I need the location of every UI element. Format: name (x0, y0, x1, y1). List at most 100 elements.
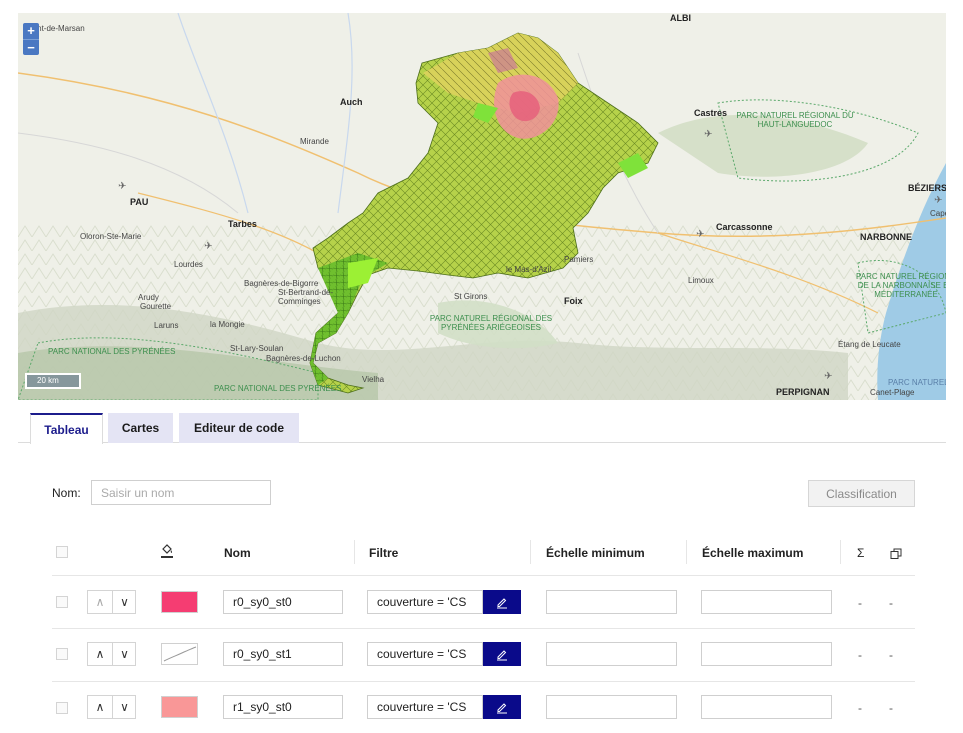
tab-tableau[interactable]: Tableau (30, 413, 103, 444)
nom-search-input[interactable] (91, 480, 271, 505)
zoom-control: + − (23, 23, 39, 55)
row-echelle-max-field[interactable] (701, 590, 832, 614)
row-order-control: ∧ ∨ (87, 695, 136, 719)
tab-editeur-de-code[interactable]: Editeur de code (179, 413, 299, 443)
row-nom-field[interactable]: r0_sy0_st0 (223, 590, 343, 614)
tab-cartes[interactable]: Cartes (108, 413, 173, 443)
map-label-pamiers: Pamiers (564, 255, 594, 264)
map-park-narbonnaise: PARC NATUREL RÉGIONAL DE LA NARBONNAISE … (856, 272, 946, 299)
map-base-layer: ✈ ✈ ✈ ✈ ✈ ✈ (18, 13, 946, 400)
style-line-swatch[interactable] (161, 643, 198, 665)
map-label-la-mongie: la Mongie (210, 320, 245, 329)
select-all-checkbox[interactable] (56, 546, 68, 558)
map-label-pau: PAU (130, 197, 149, 207)
row-echelle-min-field[interactable] (546, 695, 677, 719)
map-label-st-bertrand: St-Bertrand-de-Comminges (278, 288, 334, 306)
map-park-pyrenees-ariegeoises: PARC NATUREL RÉGIONAL DES PYRÉNÉES ARIÉG… (429, 314, 553, 332)
zoom-in-button[interactable]: + (23, 23, 39, 39)
row-checkbox[interactable] (56, 596, 68, 608)
map-park-pyrenees-national: PARC NATIONAL DES PYRÉNÉES (48, 347, 176, 356)
row-echelle-max-field[interactable] (701, 642, 832, 666)
header-sigma: Σ (857, 546, 865, 560)
map-label-tarbes: Tarbes (228, 219, 257, 229)
row-echelle-min-field[interactable] (546, 642, 677, 666)
map-label-perpignan: PERPIGNAN (776, 387, 830, 397)
line-stroke-icon (163, 646, 197, 662)
row-divider (52, 575, 915, 576)
zoom-out-button[interactable]: − (23, 39, 39, 55)
row-checkbox[interactable] (56, 648, 68, 660)
map-label-beziers: BÉZIERS (908, 183, 946, 193)
row-echelle-min-field[interactable] (546, 590, 677, 614)
map-label-gourette: Gourette (140, 302, 172, 311)
svg-text:✈: ✈ (118, 181, 126, 192)
map-view[interactable]: ✈ ✈ ✈ ✈ ✈ ✈ Mont-de-Marsan Auch Mirande PAU T… (18, 13, 946, 400)
map-label-canet: Canet-Plage (870, 388, 915, 397)
row-echelle-max-field[interactable] (701, 695, 832, 719)
svg-text:✈: ✈ (696, 229, 704, 240)
row-divider (52, 628, 915, 629)
move-down-icon[interactable]: ∨ (112, 696, 136, 718)
map-label-arudy: Arudy (138, 293, 159, 302)
row-sum-value: - (858, 701, 862, 715)
map-label-luchon: Bagnères-de-Luchon (266, 354, 341, 363)
row-filtre-field[interactable]: couverture = 'CS (367, 642, 483, 666)
map-label-bagneres: Bagnères-de-Bigorre (244, 279, 319, 288)
map-label-auch: Auch (340, 97, 363, 107)
map-label-castres: Castres (694, 108, 728, 118)
row-order-control: ∧ ∨ (87, 642, 136, 666)
row-filtre-field[interactable]: couverture = 'CS (367, 590, 483, 614)
move-up-icon[interactable]: ∧ (88, 696, 112, 718)
row-copy-value: - (889, 701, 893, 715)
map-park-haut-languedoc: PARC NATUREL RÉGIONAL DU HAUT-LANGUEDOC (736, 111, 854, 129)
style-color-swatch[interactable] (161, 696, 198, 718)
map-label-oloron: Oloron-Ste-Marie (80, 232, 142, 241)
header-echelle-max: Échelle maximum (702, 546, 804, 560)
header-echelle-min: Échelle minimum (546, 546, 645, 560)
map-label-narbonne: NARBONNE (860, 232, 913, 242)
map-label-etang: Étang de Leucate (838, 340, 901, 349)
row-checkbox[interactable] (56, 702, 68, 714)
nom-label: Nom: (52, 486, 81, 500)
edit-filter-button[interactable] (483, 642, 521, 666)
map-label-le-mas: le Mas-d'Azil (506, 265, 552, 274)
edit-filter-button[interactable] (483, 695, 521, 719)
move-down-icon[interactable]: ∨ (112, 591, 136, 613)
map-label-mirande: Mirande (300, 137, 329, 146)
row-nom-field[interactable]: r1_sy0_st0 (223, 695, 343, 719)
map-label-carcassonne: Carcassonne (716, 222, 773, 232)
header-filtre: Filtre (369, 546, 399, 560)
svg-text:✈: ✈ (824, 371, 832, 382)
map-label-capestang: Capestang (930, 209, 946, 218)
classification-button[interactable]: Classification (808, 480, 915, 507)
paint-bucket-icon (160, 543, 174, 564)
header-separator (840, 540, 841, 564)
map-park-pyrenees-national-bottom: PARC NATIONAL DES PYRÉNÉES (214, 384, 342, 393)
map-label-foix: Foix (564, 296, 583, 306)
scale-bar: 20 km (25, 373, 81, 389)
map-label-vielha: Vielha (362, 375, 385, 384)
map-label-albi: ALBI (670, 13, 691, 23)
map-park-marin: PARC NATUREL (888, 378, 946, 387)
tab-bar: Tableau Cartes Editeur de code (18, 411, 946, 444)
row-copy-value: - (889, 648, 893, 662)
move-down-icon[interactable]: ∨ (112, 643, 136, 665)
row-filtre-field[interactable]: couverture = 'CS (367, 695, 483, 719)
row-sum-value: - (858, 648, 862, 662)
map-label-st-girons: St Girons (454, 292, 488, 301)
edit-filter-button[interactable] (483, 590, 521, 614)
map-label-saint-lary: St-Lary-Soulan (230, 344, 284, 353)
map-label-lourdes: Lourdes (174, 260, 203, 269)
row-sum-value: - (858, 596, 862, 610)
row-order-control: ∧ ∨ (87, 590, 136, 614)
row-nom-field[interactable]: r0_sy0_st1 (223, 642, 343, 666)
map-label-laruns: Laruns (154, 321, 179, 330)
header-separator (686, 540, 687, 564)
map-label-limoux: Limoux (688, 276, 714, 285)
move-up-icon[interactable]: ∧ (88, 643, 112, 665)
copy-icon (890, 547, 902, 565)
pencil-icon (497, 703, 507, 714)
svg-text:✈: ✈ (204, 241, 212, 252)
move-up-icon[interactable]: ∧ (88, 591, 112, 613)
style-color-swatch[interactable] (161, 591, 198, 613)
